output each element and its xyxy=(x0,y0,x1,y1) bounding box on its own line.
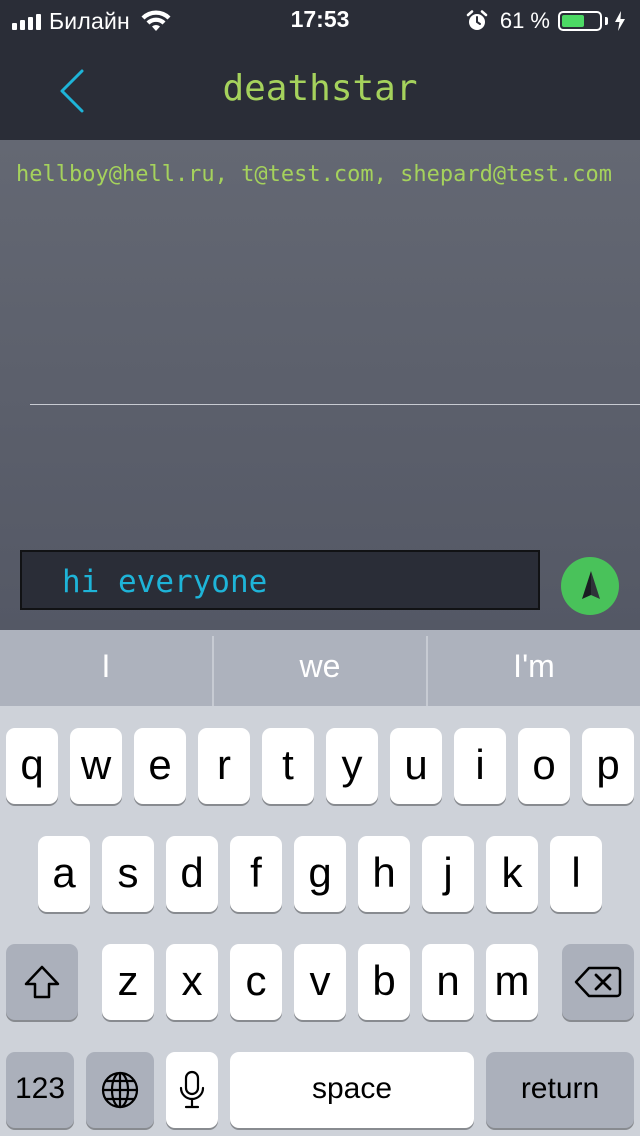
suggestion-2[interactable]: we xyxy=(214,630,426,706)
key-t[interactable]: t xyxy=(262,728,314,804)
space-key[interactable]: space xyxy=(230,1052,474,1128)
globe-key[interactable] xyxy=(86,1052,154,1128)
key-x[interactable]: x xyxy=(166,944,218,1020)
battery-cap xyxy=(605,17,608,25)
conversation-area: hellboy@hell.ru, t@test.com, shepard@tes… xyxy=(0,140,640,630)
key-k[interactable]: k xyxy=(486,836,538,912)
key-a[interactable]: a xyxy=(38,836,90,912)
battery-icon xyxy=(558,11,602,31)
message-input[interactable]: hi everyone xyxy=(20,550,540,610)
numbers-key[interactable]: 123 xyxy=(6,1052,74,1128)
keyboard: I we I'm q w e r t y u i o p a s d f g h j k l z x c v b n m 123 sp… xyxy=(0,630,640,1136)
key-e[interactable]: e xyxy=(134,728,186,804)
key-n[interactable]: n xyxy=(422,944,474,1020)
key-m[interactable]: m xyxy=(486,944,538,1020)
key-d[interactable]: d xyxy=(166,836,218,912)
key-g[interactable]: g xyxy=(294,836,346,912)
key-r[interactable]: r xyxy=(198,728,250,804)
key-u[interactable]: u xyxy=(390,728,442,804)
status-bar: Билайн 17:53 61 % xyxy=(0,0,640,40)
suggestion-1[interactable]: I xyxy=(0,630,212,706)
key-s[interactable]: s xyxy=(102,836,154,912)
send-button[interactable] xyxy=(561,557,619,615)
shift-key[interactable] xyxy=(6,944,78,1020)
nav-bar: deathstar xyxy=(0,40,640,140)
send-arrow-icon xyxy=(582,571,600,599)
backspace-icon xyxy=(574,966,622,998)
key-c[interactable]: c xyxy=(230,944,282,1020)
shift-icon xyxy=(24,965,60,999)
battery-level xyxy=(562,15,584,27)
key-q[interactable]: q xyxy=(6,728,58,804)
key-j[interactable]: j xyxy=(422,836,474,912)
delete-key[interactable] xyxy=(562,944,634,1020)
key-l[interactable]: l xyxy=(550,836,602,912)
key-h[interactable]: h xyxy=(358,836,410,912)
divider xyxy=(30,404,640,405)
key-b[interactable]: b xyxy=(358,944,410,1020)
status-right: 61 % xyxy=(466,7,626,35)
suggestion-3[interactable]: I'm xyxy=(428,630,640,706)
key-z[interactable]: z xyxy=(102,944,154,1020)
charging-icon xyxy=(615,11,625,31)
key-o[interactable]: o xyxy=(518,728,570,804)
page-title: deathstar xyxy=(222,68,418,109)
microphone-key[interactable] xyxy=(166,1052,218,1128)
recipient-list: hellboy@hell.ru, t@test.com, shepard@tes… xyxy=(16,162,613,187)
key-y[interactable]: y xyxy=(326,728,378,804)
key-f[interactable]: f xyxy=(230,836,282,912)
globe-icon xyxy=(101,1071,139,1109)
key-i[interactable]: i xyxy=(454,728,506,804)
alarm-icon xyxy=(466,10,488,30)
key-p[interactable]: p xyxy=(582,728,634,804)
return-key[interactable]: return xyxy=(486,1052,634,1128)
suggestion-bar: I we I'm xyxy=(0,630,640,706)
key-v[interactable]: v xyxy=(294,944,346,1020)
key-w[interactable]: w xyxy=(70,728,122,804)
message-input-text: hi everyone xyxy=(62,564,268,600)
microphone-icon xyxy=(179,1070,205,1109)
battery-percent: 61 % xyxy=(499,8,550,33)
